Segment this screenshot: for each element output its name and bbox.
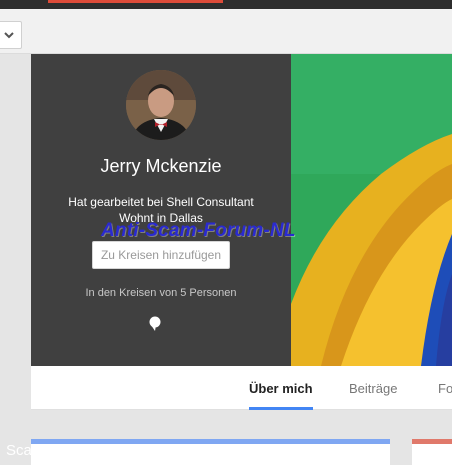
side-label: Sca [6,442,32,459]
profile-tabs: Über mich Beiträge Fo [31,366,452,410]
sub-header [0,9,452,54]
profile-job: Hat gearbeitet bei Shell Consultant [68,195,254,209]
content-card-right [412,439,452,465]
top-bar [0,0,452,9]
circles-count[interactable]: In den Kreisen von 5 Personen [31,287,291,299]
chevron-down-icon [4,32,14,39]
cover-photo [291,54,452,366]
top-bar-accent [48,0,223,3]
map-pin-icon [149,316,161,331]
tab-photos[interactable]: Fo [438,381,452,396]
add-to-circles-button[interactable]: Zu Kreisen hinzufügen [92,241,230,269]
profile-panel: Jerry Mckenzie Hat gearbeitet bei Shell … [31,54,291,366]
avatar[interactable] [126,70,196,140]
content-card-left [31,439,390,465]
tab-posts[interactable]: Beiträge [349,381,397,396]
watermark-text: Anti-Scam-Forum-NL [101,220,296,241]
profile-name: Jerry Mckenzie [100,156,222,176]
dropdown-button[interactable] [0,21,22,49]
tab-about[interactable]: Über mich [249,381,313,396]
active-tab-indicator [249,407,313,410]
